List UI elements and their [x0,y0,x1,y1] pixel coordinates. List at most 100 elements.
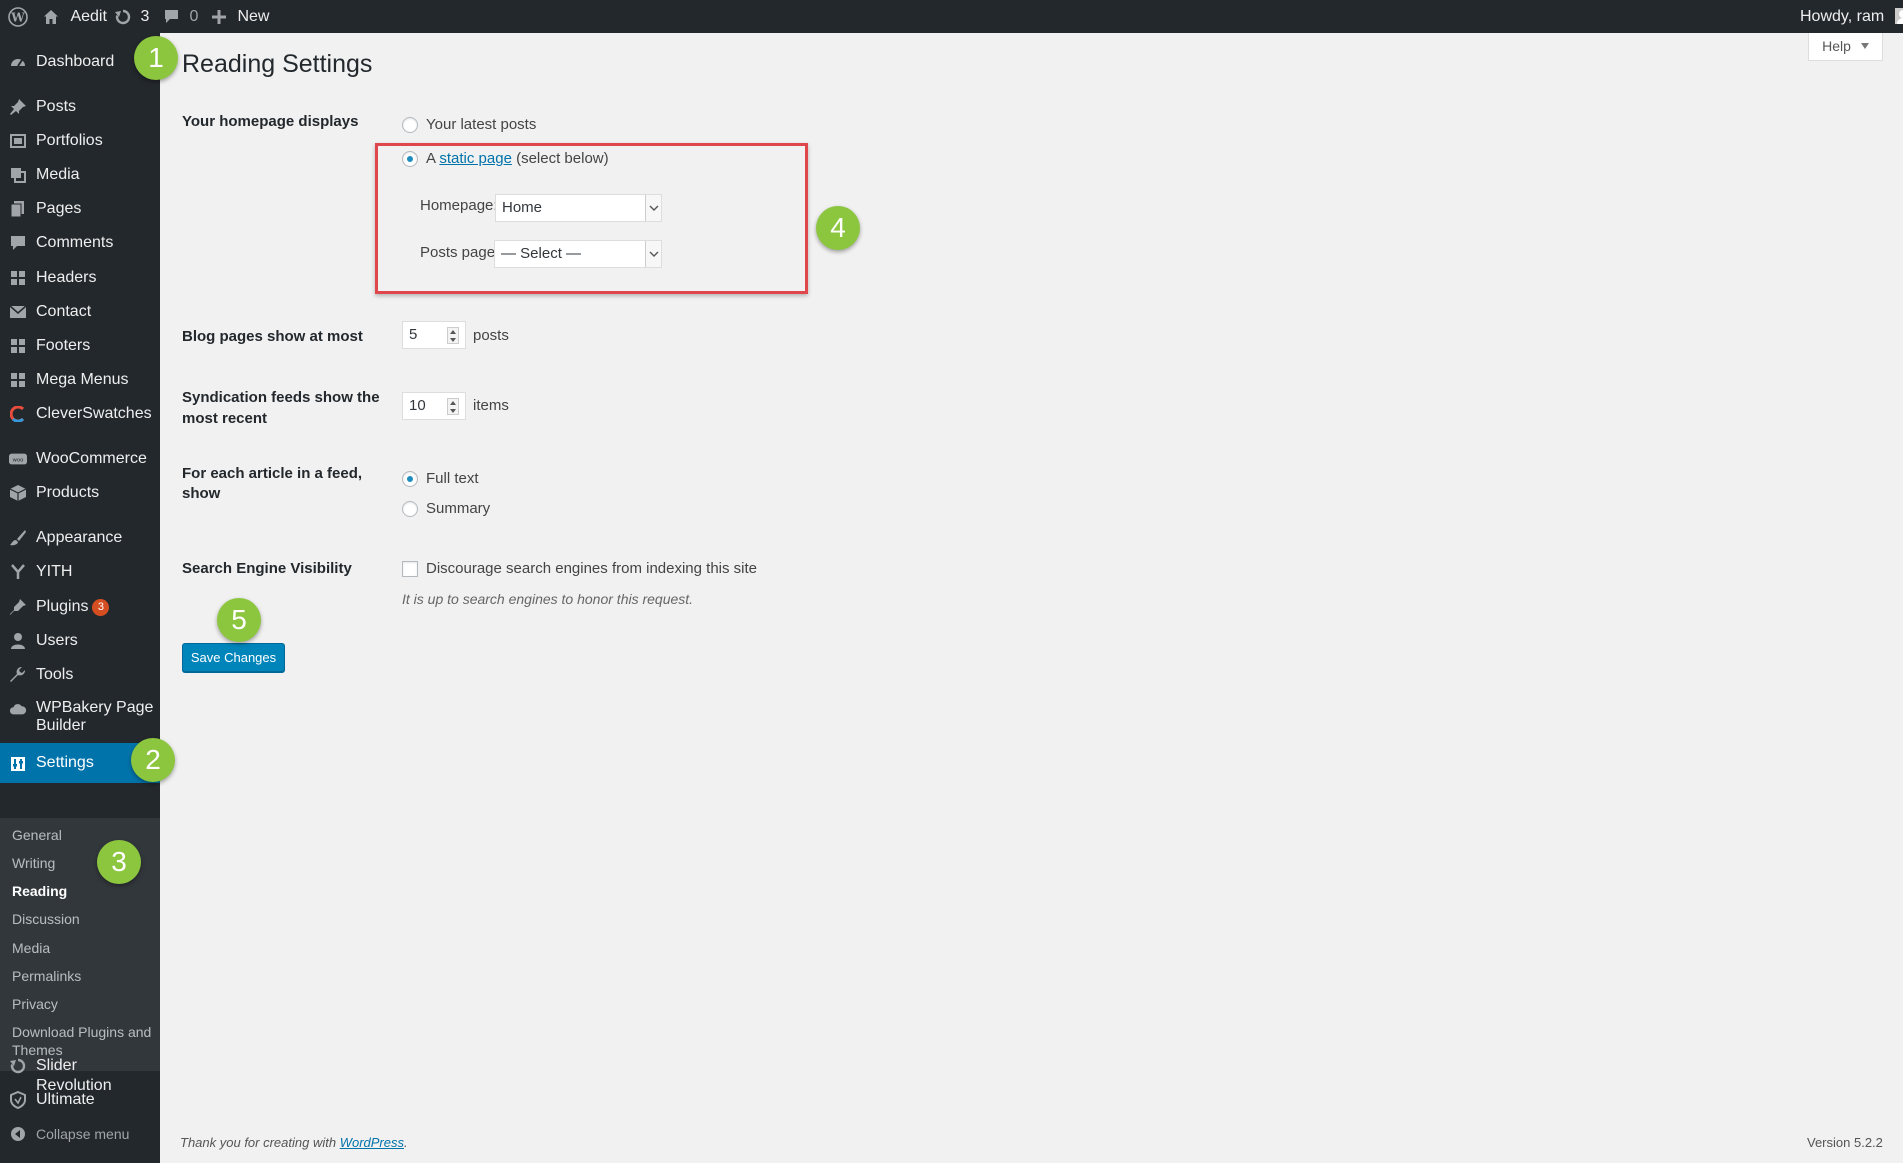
sidebar-item-label: WooCommerce [36,450,147,467]
blog-pages-unit: posts [473,327,509,344]
plus-icon [212,9,226,24]
footer-thanks-suffix: . [404,1135,408,1150]
sidebar-item-label: Tools [36,666,74,683]
help-tab-button[interactable]: Help [1808,33,1883,61]
cloud-icon [9,699,27,719]
sidebar-item-label: Posts [36,98,77,115]
sidebar-item-label: Comments [36,234,114,251]
sidebar-item-label: YITH [36,563,73,580]
new-label: New [237,8,270,25]
grid-icon [9,370,27,390]
updates-icon [115,9,131,24]
brush-icon [9,528,27,548]
step-badge-5: 5 [217,598,261,642]
woo-icon: woo [9,449,27,469]
sidebar-item-label-wrap: Plugins 3 [36,597,156,617]
wordpress-logo-icon[interactable]: W [8,0,28,33]
stepper-arrows-icon[interactable] [447,398,459,415]
settings-icon [9,754,27,774]
comments-link[interactable]: 0 [163,0,198,33]
feed-article-label: For each article in a feed, show [182,465,363,502]
radio-full-text[interactable] [402,471,418,487]
submenu-item-permalinks[interactable]: Permalinks [12,967,157,985]
sidebar-item-label: Media [36,166,80,183]
radio-latest-posts[interactable] [402,117,418,133]
step-badge-3: 3 [97,840,141,884]
submenu-item-reading[interactable]: Reading [12,882,157,900]
portfolio-icon [9,131,27,151]
pages-icon [9,199,27,219]
swatch-icon [9,404,27,424]
updates-link[interactable]: 3 [114,0,149,33]
site-name-link[interactable]: Aedit [42,0,107,33]
grid-icon [9,336,27,356]
submenu-item-download-plugins[interactable]: Download Plugins and Themes [12,1023,157,1059]
static-page-highlight-box [375,143,808,294]
account-menu[interactable]: Howdy, ram [1800,0,1903,33]
grid-icon [9,268,27,288]
blog-pages-input[interactable]: 5 [402,321,466,349]
sidebar-item-label: Pages [36,200,82,217]
footer-thanks: Thank you for creating with WordPress. [180,1135,408,1150]
svg-text:woo: woo [13,458,24,464]
submenu-item-general[interactable]: General [12,826,157,844]
updates-count: 3 [140,8,150,25]
sidebar-item-label: Ultimate [36,1091,95,1108]
sidebar-item-label: CleverSwatches [36,405,152,422]
new-content-link[interactable]: New [211,0,269,33]
admin-toolbar: W Aedit 3 0 New Howdy, ram [0,0,1903,33]
mail-icon [9,302,27,322]
radio-summary[interactable] [402,501,418,517]
homepage-displays-label: Your homepage displays [182,113,359,130]
syndication-input[interactable]: 10 [402,392,466,420]
full-text-label[interactable]: Full text [426,469,479,489]
submenu-item-media[interactable]: Media [12,939,157,957]
page-title: Reading Settings [182,50,373,78]
dashboard-icon [9,52,27,72]
wordpress-link[interactable]: WordPress [340,1135,404,1150]
refresh-icon [9,1056,27,1076]
pin-icon [9,97,27,117]
help-label: Help [1822,38,1851,54]
stepper-arrows-icon[interactable] [447,327,459,344]
sidebar-item-wpbakery[interactable]: WPBakery Page Builder [0,699,160,739]
search-visibility-label: Search Engine Visibility [182,560,352,577]
sidebar-item-label: Products [36,484,100,501]
yith-icon [9,562,27,582]
submenu-item-discussion[interactable]: Discussion [12,910,157,928]
box-icon [9,483,27,503]
footer-thanks-prefix: Thank you for creating with [180,1135,337,1150]
sidebar-item-label: Plugins [36,598,89,615]
caret-down-icon [1860,43,1869,49]
sidebar-item-label: Portfolios [36,132,103,149]
step-badge-2: 2 [131,738,175,782]
summary-label[interactable]: Summary [426,499,490,519]
sidebar-item-label: Users [36,632,78,649]
greeting: Howdy, ram [1800,8,1885,25]
footer-version: Version 5.2.2 [1807,1135,1883,1150]
comment-icon [9,233,27,253]
syndication-value: 10 [409,397,426,414]
collapse-icon [9,1124,27,1144]
discourage-search-checkbox[interactable] [402,561,418,577]
step-badge-1: 1 [134,36,178,80]
wrench-icon [9,665,27,685]
latest-posts-label[interactable]: Your latest posts [426,115,536,135]
sidebar-item-label: Appearance [36,529,123,546]
syndication-label: Syndication feeds show the most recent [182,389,380,427]
discourage-search-label[interactable]: Discourage search engines from indexing … [426,559,757,579]
plugins-update-badge: 3 [92,599,110,616]
save-changes-button[interactable]: Save Changes [182,643,285,672]
svg-text:W: W [10,10,25,24]
search-visibility-hint: It is up to search engines to honor this… [402,591,694,607]
site-name: Aedit [70,8,107,25]
sidebar-item-label: Contact [36,303,92,320]
submenu-item-privacy[interactable]: Privacy [12,995,157,1013]
sidebar-item-label: Headers [36,269,97,286]
blog-pages-label: Blog pages show at most [182,328,363,345]
avatar [1894,8,1903,24]
sidebar-item-label: Collapse menu [36,1126,130,1142]
user-icon [9,631,27,651]
sidebar-item-label: Mega Menus [36,371,129,388]
home-icon [44,9,58,24]
